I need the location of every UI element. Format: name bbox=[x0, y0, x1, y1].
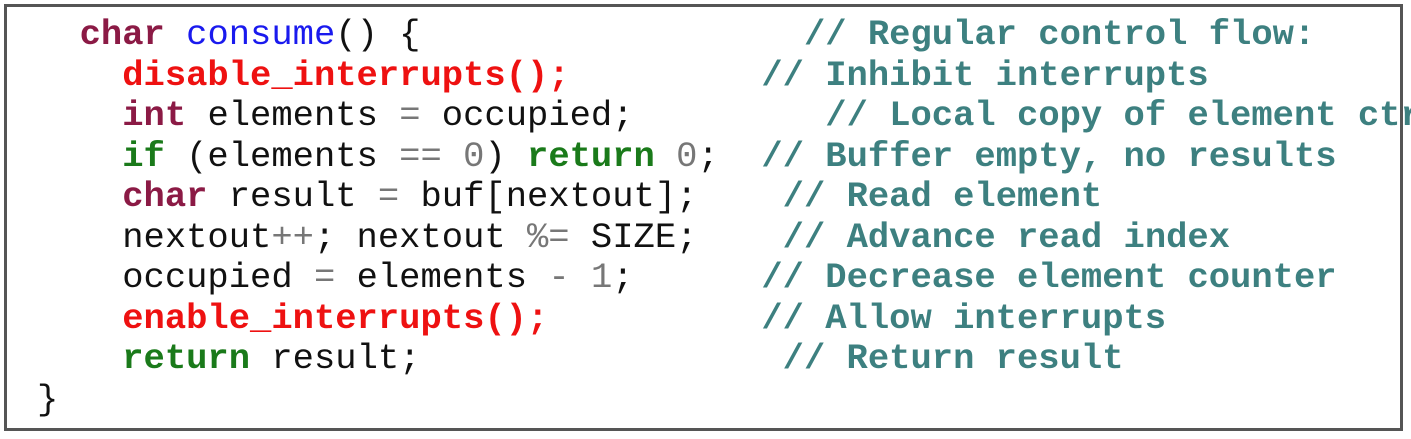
code-text: ; bbox=[697, 135, 762, 177]
code-line: if (elements == 0) return 0; // Buffer e… bbox=[37, 135, 1411, 178]
code-line: nextout++; nextout %= SIZE; // Advance r… bbox=[37, 216, 1411, 259]
number-literal: 1 bbox=[590, 257, 613, 298]
code-text: occupied; bbox=[420, 95, 826, 136]
code-comment: // Allow interrupts bbox=[761, 297, 1167, 339]
type-keyword: char bbox=[79, 14, 165, 55]
interrupt-call: enable_interrupts(); bbox=[122, 297, 549, 339]
operator: = bbox=[377, 176, 400, 217]
control-keyword: return bbox=[527, 135, 655, 177]
code-text: ; nextout bbox=[313, 216, 527, 258]
code-comment: // Local copy of element ctr bbox=[825, 95, 1411, 136]
code-text: (elements bbox=[164, 135, 400, 177]
code-line: enable_interrupts(); // Allow interrupts bbox=[37, 297, 1411, 340]
code-line: char consume() { // Regular control flow… bbox=[37, 14, 1411, 56]
type-keyword: int bbox=[122, 95, 187, 136]
code-line: occupied = elements - 1; // Decrease ele… bbox=[37, 257, 1411, 299]
code-text: } bbox=[37, 378, 59, 420]
code-text: result bbox=[207, 176, 378, 217]
control-keyword: if bbox=[122, 135, 165, 177]
code-line: return result; // Return result bbox=[37, 338, 1411, 380]
code-text: elements bbox=[186, 95, 400, 136]
code-comment: // Return result bbox=[782, 338, 1124, 379]
type-keyword: char bbox=[122, 176, 208, 217]
operator: %= bbox=[527, 216, 570, 258]
operator: == bbox=[399, 135, 442, 177]
number-literal: 0 bbox=[676, 135, 698, 177]
code-comment: // Decrease element counter bbox=[761, 257, 1337, 298]
operator: = bbox=[313, 257, 336, 298]
code-line: } bbox=[37, 378, 1411, 421]
code-text: result; bbox=[250, 338, 783, 379]
code-text: elements bbox=[335, 257, 549, 298]
code-comment: // Inhibit interrupts bbox=[761, 54, 1209, 96]
code-text: SIZE; bbox=[569, 216, 783, 258]
code-listing-frame: char consume() { // Regular control flow… bbox=[4, 4, 1411, 431]
code-line: char result = buf[nextout]; // Read elem… bbox=[37, 176, 1411, 218]
code-line: disable_interrupts(); // Inhibit interru… bbox=[37, 54, 1411, 97]
code-text: () { bbox=[335, 14, 804, 55]
number-literal: 0 bbox=[463, 135, 485, 177]
code-comment: // Advance read index bbox=[782, 216, 1231, 258]
operator: = bbox=[399, 95, 421, 136]
code-comment: // Buffer empty, no results bbox=[761, 135, 1337, 177]
code-comment: // Regular control flow: bbox=[803, 14, 1316, 55]
code-line: int elements = occupied; // Local copy o… bbox=[37, 95, 1411, 137]
function-name: consume bbox=[186, 14, 336, 55]
code-text: occupied bbox=[37, 257, 314, 298]
code-text: ) bbox=[484, 135, 528, 177]
interrupt-call: disable_interrupts(); bbox=[122, 54, 570, 96]
code-block: char consume() { // Regular control flow… bbox=[37, 14, 1411, 421]
code-text: nextout bbox=[37, 216, 272, 258]
operator: - bbox=[548, 257, 570, 298]
operator: ++ bbox=[271, 216, 314, 258]
code-comment: // Read element bbox=[782, 176, 1103, 217]
code-text: buf[nextout]; bbox=[399, 176, 783, 217]
code-text: ; bbox=[612, 257, 762, 298]
control-keyword: return bbox=[122, 338, 251, 379]
